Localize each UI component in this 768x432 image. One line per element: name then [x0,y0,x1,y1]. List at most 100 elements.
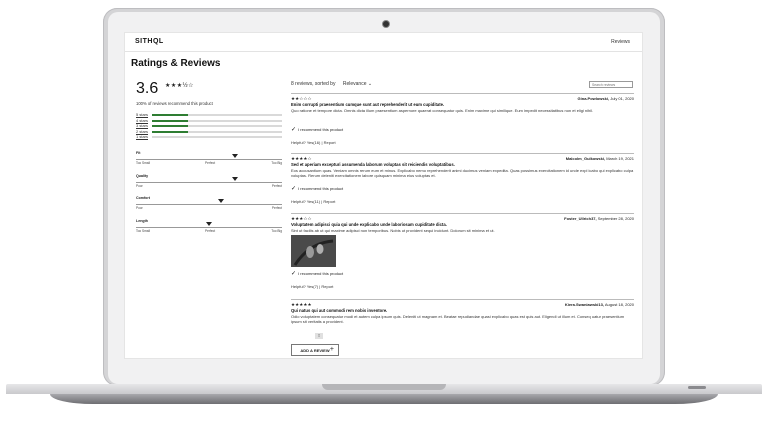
factor-name: Comfort [136,196,150,200]
factor-high-label: Perfect [271,184,282,188]
review-author-name: Malcolm_Gulkowski, [565,156,606,161]
checkmark-icon: ✓ [291,186,297,192]
factor-marker-icon [217,199,224,203]
rating-bar-track [152,119,282,122]
checkmark-icon: ✓ [291,127,297,133]
factor-track [136,159,282,160]
logo[interactable]: SITHQL [135,38,164,45]
review-date: August 18, 2020 [603,302,634,307]
factor-high-label: Too Big [271,161,282,165]
factor-high-label: Perfect [271,206,282,210]
review-item: ★★☆☆☆ Gina.Powlowski, July 01, 2020 Enim… [291,93,634,150]
review-date: July 01, 2020 [609,96,634,101]
review-recommend: ✓ I recommend this product [291,126,343,133]
review-item: ★★★★★ Kiera.Swaniawski13, August 18, 202… [291,299,634,330]
review-recommend: ✓ I recommend this product [291,270,343,277]
factor-comfort: Comfort Poor Perfect [136,196,282,216]
review-photo-image [291,235,336,267]
factor-low-label: Poor [136,206,143,210]
factor-length: Length Too Small Perfect Too Big [136,219,282,239]
rating-bar-row[interactable]: 2 stars [136,129,282,134]
factor-name: Fit [136,151,141,155]
factor-low-label: Too Small [136,229,150,233]
rating-bar-track [152,114,282,116]
average-rating: 3.6 [136,80,159,97]
sort-select[interactable]: Relevance ⌄ [343,81,372,87]
rating-bar-track [152,130,282,133]
rating-bar-fill [152,114,189,116]
review-title: Sed et aperiam excepturi assumenda labor… [291,162,455,167]
review-count: 8 reviews, sorted by [291,81,336,87]
review-author: Gina.Powlowski, July 01, 2020 [578,96,634,101]
factor-fit: Fit Too Small Perfect Too Big [136,151,282,171]
page-title: Ratings & Reviews [131,58,221,69]
review-helpful[interactable]: Helpful? Yes(16) | Report [291,140,336,145]
laptop-notch [322,384,446,390]
rating-bar-row[interactable]: 3 stars [136,123,282,128]
rating-bar-fill [152,119,189,122]
review-date: March 19, 2021 [605,156,634,161]
rating-bar-fill [152,130,189,133]
factor-track [136,204,282,205]
review-author-name: Gina.Powlowski, [577,96,610,101]
review-title: Voluptatem adipisci quia qui unde explic… [291,222,447,227]
rating-bar-label[interactable]: 2 stars [136,129,148,134]
nav-reviews-link[interactable]: Reviews [611,39,630,45]
factor-marker-icon [232,177,239,181]
review-recommend-text: I recommend this product [298,127,344,132]
laptop-base-bottom [50,394,718,404]
factor-low-label: Too Small [136,161,150,165]
rating-bar-label[interactable]: 1 stars [136,134,148,139]
rating-bar-row[interactable]: 1 stars [136,134,282,139]
factor-low-label: Poor [136,184,143,188]
review-title: Enim corrupti praesentium cumque sunt au… [291,102,445,107]
add-review-label: ADD A REVIEW [300,348,330,353]
rating-bar-track [152,136,282,138]
checkmark-icon: ✓ [291,271,297,277]
recommend-percentage: 100% of reviews recommend this product [136,101,213,106]
rating-bar-fill [152,125,189,127]
rating-bar-row[interactable]: 5 stars [136,112,282,117]
factor-mid-label: Perfect [205,229,216,233]
factor-quality: Quality Poor Perfect [136,174,282,194]
top-bar: SITHQL Reviews [125,33,642,52]
scroll-up-icon[interactable]: ⇧ [315,333,323,339]
review-title: Qui natus qui aut commodi rem nobis inve… [291,308,388,313]
rating-bar-track [152,125,282,127]
add-review-button[interactable]: ADD A REVIEW + [291,344,339,356]
factor-name: Quality [136,174,149,178]
factor-track [136,227,282,228]
factor-marker-icon [232,154,239,158]
review-date: September 28, 2020 [596,216,634,221]
rating-bar-label[interactable]: 4 stars [136,118,148,123]
factor-marker-icon [206,222,212,226]
factor-mid-label: Perfect [205,161,216,165]
factor-high-label: Too Big [271,229,282,233]
plus-icon: + [329,346,334,353]
review-body: Sint ut facilis ab ut qui maxime adipisc… [291,228,495,233]
screen: SITHQL Reviews Ratings & Reviews 3.6 ★★★… [124,32,643,359]
laptop-indicator [688,386,706,389]
review-author: Malcolm_Gulkowski, March 19, 2021 [566,156,634,161]
review-author-name: Foster_Ullrich37, [564,216,597,221]
review-helpful[interactable]: Helpful? Yes(7) | Report [291,284,333,289]
rating-bar-row[interactable]: 4 stars [136,118,282,123]
review-item: ★★★★☆ Malcolm_Gulkowski, March 19, 2021 … [291,153,634,212]
review-body: Quo ratione et tempore dicta. Omnis dict… [291,108,594,113]
webcam-icon [383,21,389,27]
review-recommend-text: I recommend this product [298,186,344,191]
review-helpful[interactable]: Helpful? Yes(11) | Report [291,199,335,204]
rating-bar-label[interactable]: 5 stars [136,112,148,117]
rating-bar-label[interactable]: 3 stars [136,123,148,128]
factor-track [136,182,282,183]
review-recommend: ✓ I recommend this product [291,185,343,192]
sort-bar: 8 reviews, sorted by Relevance ⌄ [291,81,372,87]
search-reviews-input[interactable] [589,81,633,88]
review-body: Eos accusantium quas. Veniam omnis rerum… [291,168,634,179]
review-author: Kiera.Swaniawski13, August 18, 2020 [565,302,634,307]
factor-name: Length [136,219,148,223]
review-author-name: Kiera.Swaniawski13, [564,302,604,307]
review-photo[interactable] [291,235,336,267]
review-item: ★★★☆☆ Foster_Ullrich37, September 28, 20… [291,213,634,296]
review-recommend-text: I recommend this product [298,271,344,276]
